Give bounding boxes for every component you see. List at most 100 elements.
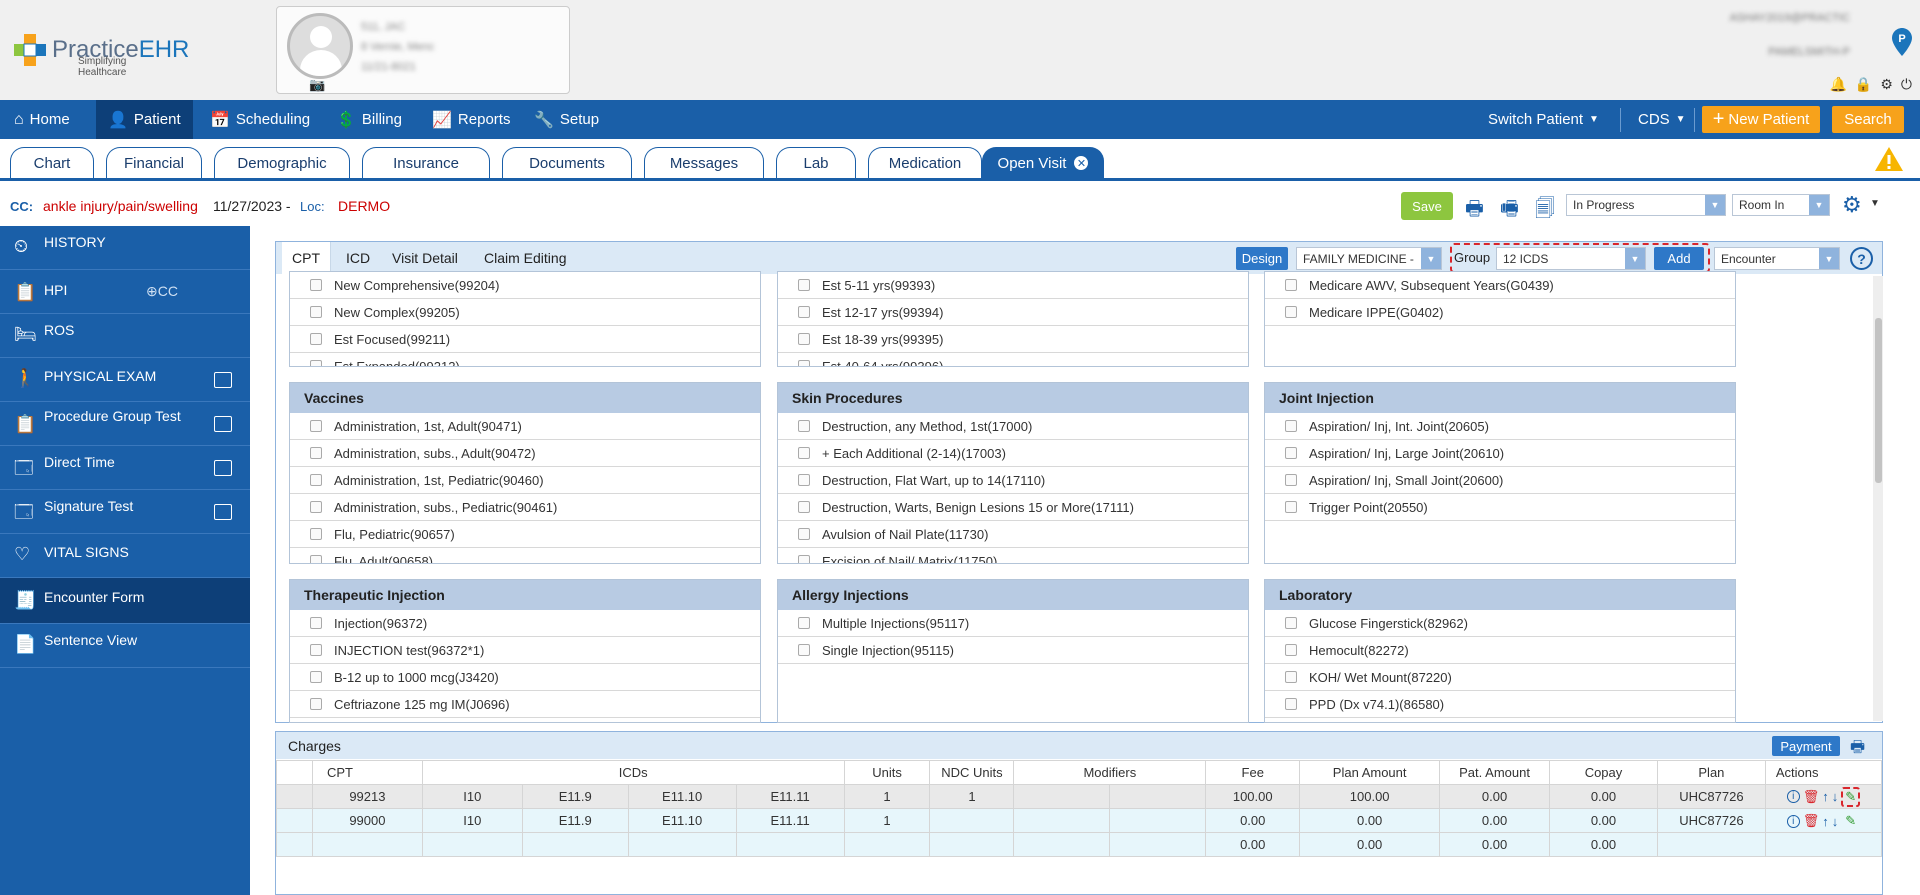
modifier-cell[interactable] bbox=[1013, 832, 1111, 857]
cpt-item[interactable]: Est 40-64 yrs(99396) bbox=[778, 353, 1248, 366]
row-handle[interactable] bbox=[276, 832, 313, 857]
checkbox[interactable] bbox=[1285, 306, 1297, 318]
nav-home[interactable]: ⌂ Home bbox=[2, 100, 82, 139]
chief-complaint[interactable]: ankle injury/pain/swelling bbox=[43, 198, 198, 214]
switch-patient-dropdown[interactable]: Switch Patient ▼ bbox=[1476, 100, 1611, 139]
visit-status-select[interactable]: In Progress ▼ bbox=[1566, 194, 1726, 216]
sidebar-item-signature-test[interactable]: 🗔 Signature Test bbox=[0, 490, 250, 534]
sidebar-item-hpi[interactable]: 📋 HPI ⊕CC bbox=[0, 270, 250, 314]
cpt-item[interactable]: Aspiration/ Inj, Small Joint(20600) bbox=[1265, 467, 1735, 494]
tab-financial[interactable]: Financial bbox=[106, 147, 202, 178]
ndc-cell[interactable]: 1 bbox=[929, 784, 1015, 809]
cpt-item[interactable]: Est 5-11 yrs(99393) bbox=[778, 272, 1248, 299]
cpt-item[interactable]: Hemocult(82272) bbox=[1265, 637, 1735, 664]
table-row[interactable]: 0.00 0.00 0.00 0.00 bbox=[276, 832, 1883, 857]
icd-cell[interactable] bbox=[421, 832, 523, 857]
location-value[interactable]: DERMO bbox=[338, 198, 390, 214]
nav-billing[interactable]: 💲 Billing bbox=[324, 100, 414, 139]
checkbox[interactable] bbox=[310, 420, 322, 432]
close-icon[interactable]: ✕ bbox=[1074, 156, 1089, 170]
checkbox[interactable] bbox=[798, 644, 810, 656]
checkbox[interactable] bbox=[798, 528, 810, 540]
icd-cell[interactable]: E11.9 bbox=[521, 784, 629, 809]
cpt-item[interactable]: Administration, 1st, Adult(90471) bbox=[290, 413, 760, 440]
edit-icon[interactable]: ✎ bbox=[1841, 786, 1861, 807]
subtab-icd[interactable]: ICD bbox=[336, 242, 380, 274]
cpt-item[interactable]: Medicare AWV, Subsequent Years(G0439) bbox=[1265, 272, 1735, 299]
icd-cell[interactable]: E11.10 bbox=[627, 784, 737, 809]
room-select[interactable]: Room In ▼ bbox=[1732, 194, 1830, 216]
cpt-item[interactable]: Est 12-17 yrs(99394) bbox=[778, 299, 1248, 326]
group-select[interactable]: 12 ICDS ▼ bbox=[1496, 247, 1646, 270]
subtab-claim-editing[interactable]: Claim Editing bbox=[474, 242, 576, 274]
row-handle[interactable] bbox=[276, 784, 313, 809]
design-button[interactable]: Design bbox=[1236, 247, 1288, 270]
cpt-item[interactable]: Destruction, any Method, 1st(17000) bbox=[778, 413, 1248, 440]
fee-cell[interactable]: 0.00 bbox=[1205, 808, 1301, 833]
icd-cell[interactable]: I10 bbox=[421, 784, 523, 809]
patient-card[interactable]: 📷 511, JAC 8 Vernie, Menc 11/21-8021 bbox=[276, 6, 570, 94]
cpt-item[interactable]: Excision of Nail/ Matrix(11750) bbox=[778, 548, 1248, 563]
tab-insurance[interactable]: Insurance bbox=[362, 147, 490, 178]
cpt-item[interactable]: Administration, subs., Adult(90472) bbox=[290, 440, 760, 467]
table-row[interactable]: 99213 I10 E11.9 E11.10 E11.11 1 1 100.00… bbox=[276, 784, 1883, 809]
sidebar-item-vital-signs[interactable]: ♡ VITAL SIGNS bbox=[0, 534, 250, 578]
image-icon[interactable] bbox=[214, 372, 232, 388]
ndc-cell[interactable] bbox=[929, 832, 1015, 857]
sidebar-item-ros[interactable]: 🛏 ROS bbox=[0, 314, 250, 358]
modifier-cell[interactable] bbox=[1013, 808, 1111, 833]
checkbox[interactable] bbox=[1285, 474, 1297, 486]
checkbox[interactable] bbox=[798, 360, 810, 366]
checkbox[interactable] bbox=[798, 306, 810, 318]
practiceehr-logo[interactable]: PracticeEHR Simplifying Healthcare bbox=[12, 32, 189, 78]
cpt-item[interactable]: KOH/ Wet Mount(87220) bbox=[1265, 664, 1735, 691]
fee-cell[interactable]: 100.00 bbox=[1205, 784, 1301, 809]
tab-documents[interactable]: Documents bbox=[502, 147, 632, 178]
cpt-item[interactable]: Trigger Point(20550) bbox=[1265, 494, 1735, 521]
cpt-item[interactable]: Destruction, Warts, Benign Lesions 15 or… bbox=[778, 494, 1248, 521]
checkbox[interactable] bbox=[310, 671, 322, 683]
checkbox[interactable] bbox=[798, 333, 810, 345]
print-icon[interactable]: 🖶 bbox=[1465, 194, 1489, 220]
encounter-type-select[interactable]: Encounter ▼ bbox=[1714, 247, 1840, 270]
tab-open-visit[interactable]: Open Visit ✕ bbox=[982, 147, 1104, 178]
checkbox[interactable] bbox=[310, 306, 322, 318]
checkbox[interactable] bbox=[310, 644, 322, 656]
move-down-icon[interactable]: ↓ bbox=[1832, 814, 1839, 829]
checkbox[interactable] bbox=[1285, 420, 1297, 432]
sidebar-item-history[interactable]: ⏲ HISTORY bbox=[0, 226, 250, 270]
add-button[interactable]: Add bbox=[1654, 247, 1704, 270]
icd-cell[interactable] bbox=[735, 832, 845, 857]
nav-patient[interactable]: 👤 Patient bbox=[96, 100, 193, 139]
sidebar-item-sentence-view[interactable]: 📄 Sentence View bbox=[0, 624, 250, 668]
cpt-item[interactable]: INJECTION test(96372*1) bbox=[290, 637, 760, 664]
cpt-item[interactable]: New Comprehensive(99204) bbox=[290, 272, 760, 299]
cpt-item[interactable]: Medicare IPPE(G0402) bbox=[1265, 299, 1735, 326]
icd-cell[interactable]: E11.11 bbox=[735, 808, 845, 833]
documents-icon[interactable]: 🗐 bbox=[1535, 194, 1559, 220]
cpt-item[interactable]: + Each Additional (2-14)(17003) bbox=[778, 440, 1248, 467]
sidebar-item-encounter-form[interactable]: 🧾 Encounter Form bbox=[0, 578, 250, 624]
cpt-cell[interactable] bbox=[311, 832, 423, 857]
cpt-item[interactable]: Multiple Injections(95117) bbox=[778, 610, 1248, 637]
settings-gear-icon[interactable]: ⚙ bbox=[1842, 192, 1862, 218]
cpt-item[interactable]: Avulsion of Nail Plate(11730) bbox=[778, 521, 1248, 548]
bell-icon[interactable]: 🔔 bbox=[1829, 76, 1846, 93]
info-icon[interactable]: i bbox=[1786, 814, 1800, 828]
search-button[interactable]: Search bbox=[1832, 106, 1904, 133]
checkbox[interactable] bbox=[798, 447, 810, 459]
move-up-icon[interactable]: ↑ bbox=[1822, 789, 1829, 804]
checkbox[interactable] bbox=[310, 360, 322, 366]
help-icon[interactable]: ? bbox=[1850, 247, 1873, 270]
icd-cell[interactable]: E11.9 bbox=[521, 808, 629, 833]
cpt-item[interactable]: B-12 up to 1000 mcg(J3420) bbox=[290, 664, 760, 691]
modifier-cell[interactable] bbox=[1013, 784, 1111, 809]
checkbox[interactable] bbox=[798, 474, 810, 486]
ndc-cell[interactable] bbox=[929, 808, 1015, 833]
cpt-item[interactable]: Destruction, Flat Wart, up to 14(17110) bbox=[778, 467, 1248, 494]
nav-setup[interactable]: 🔧 Setup bbox=[522, 100, 611, 139]
checkbox[interactable] bbox=[1285, 698, 1297, 710]
move-up-icon[interactable]: ↑ bbox=[1822, 814, 1829, 829]
add-cc-link[interactable]: ⊕CC bbox=[146, 283, 178, 300]
checkbox[interactable] bbox=[1285, 447, 1297, 459]
